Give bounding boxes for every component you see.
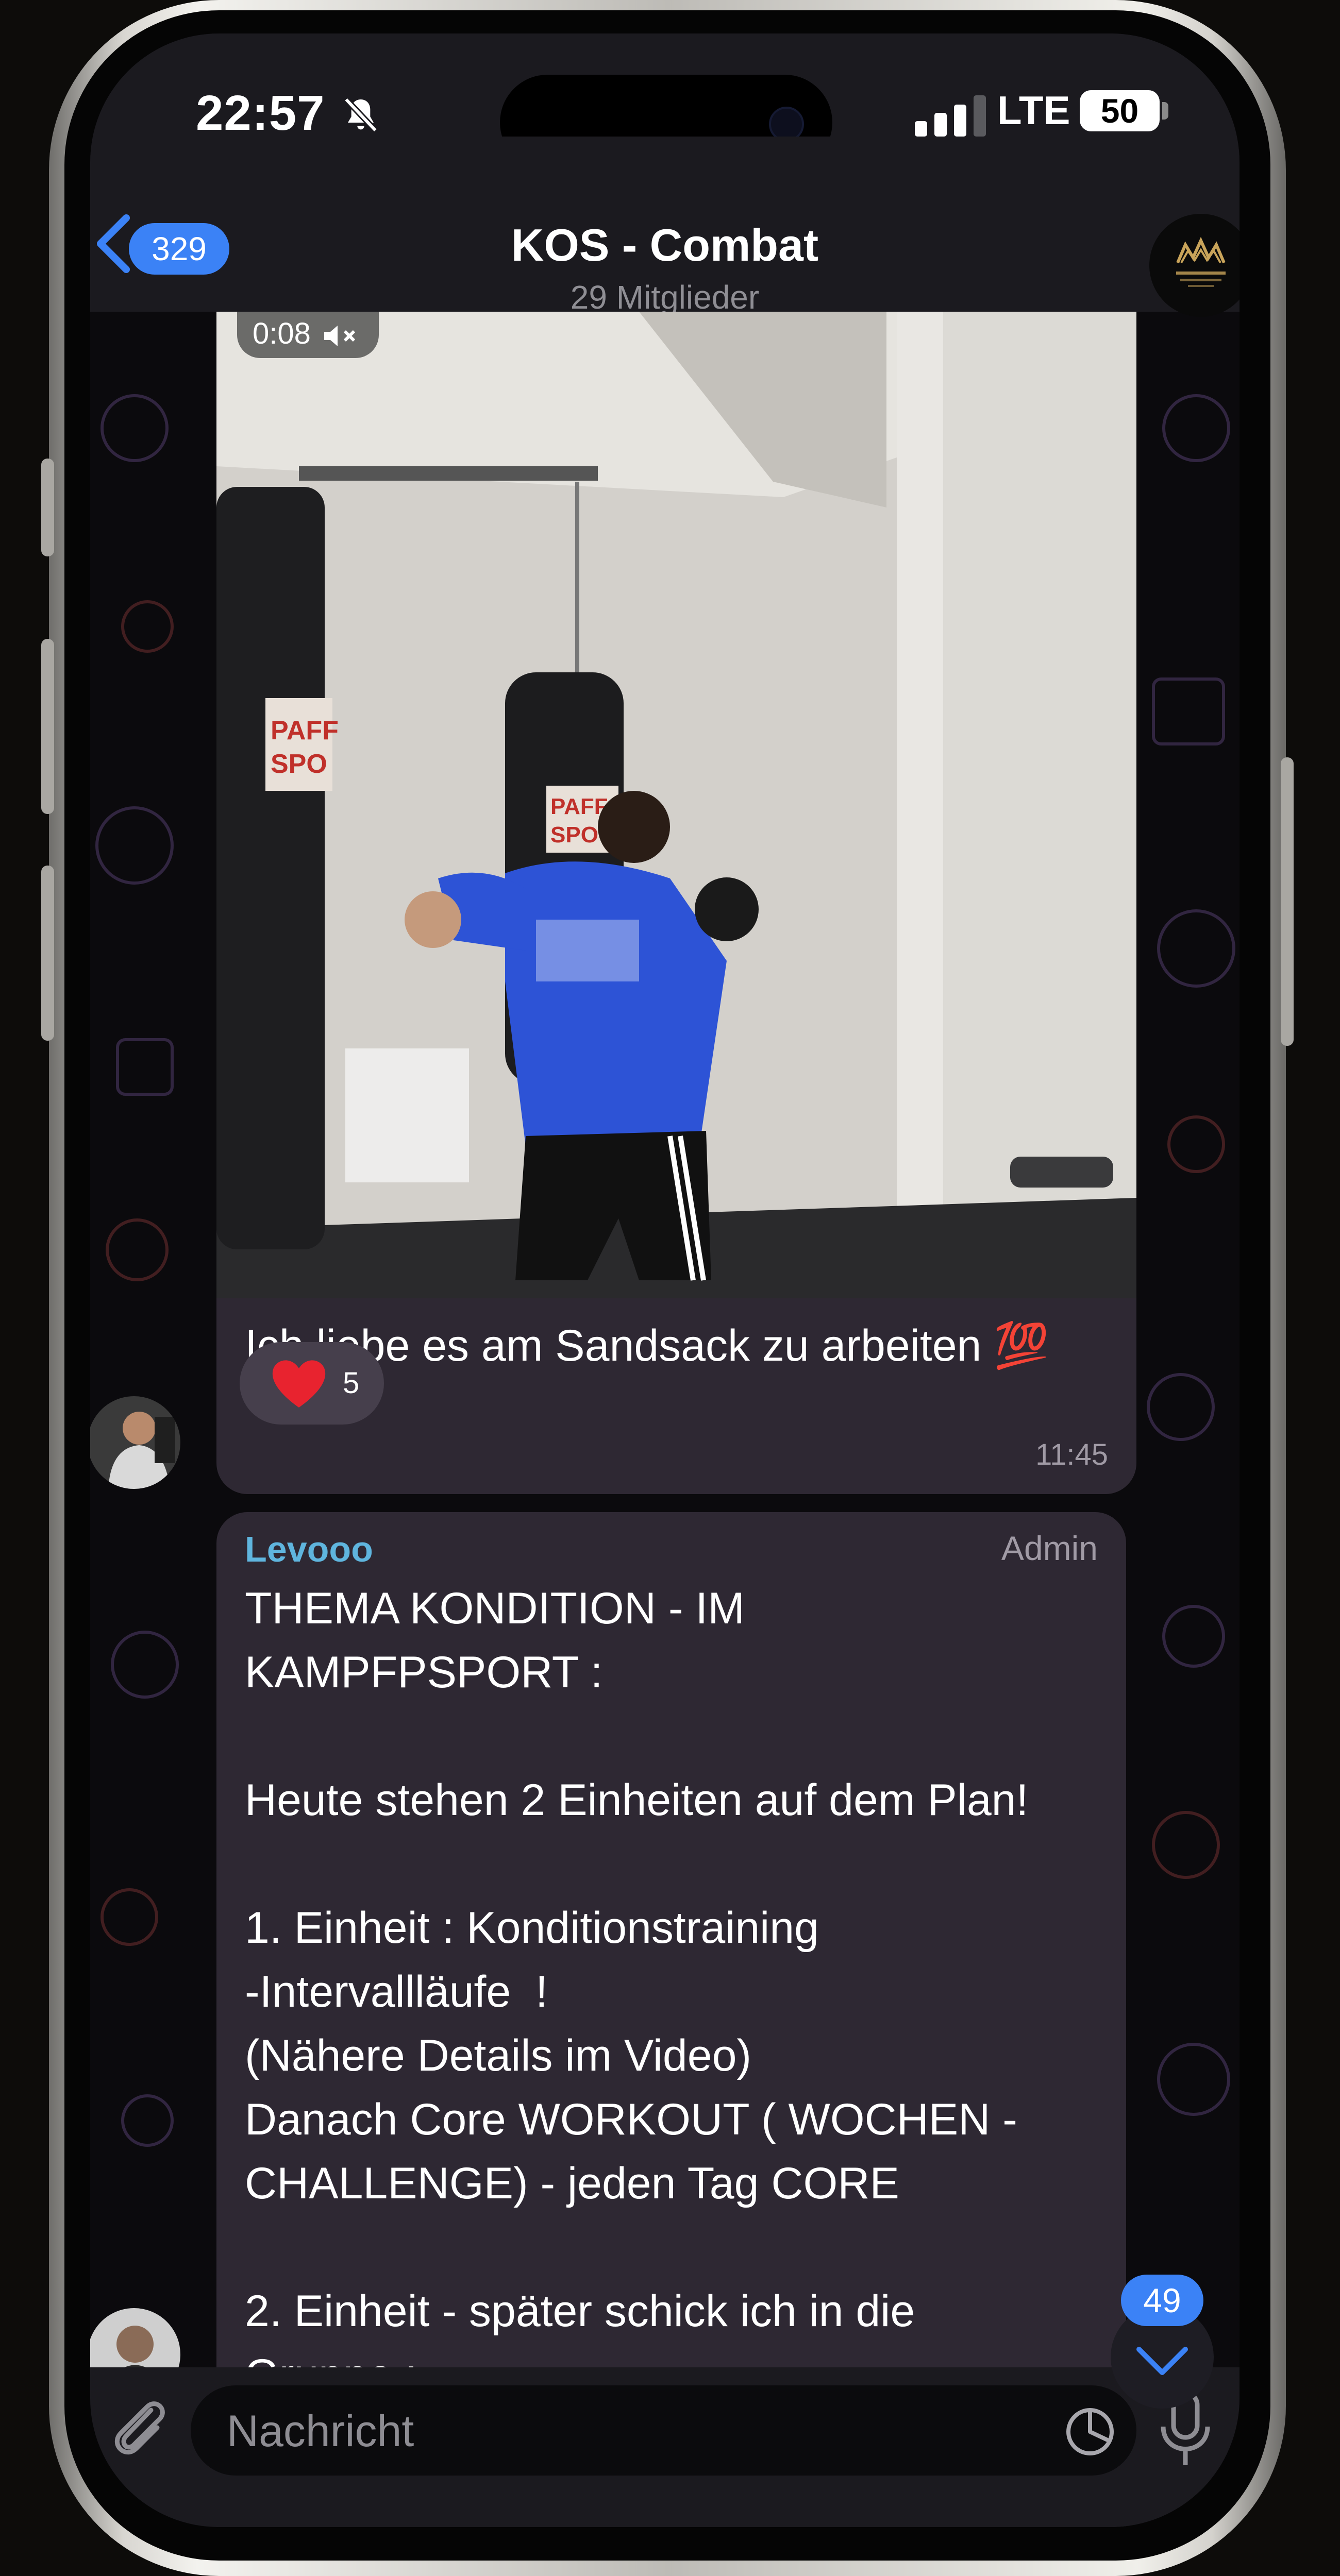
sender-avatar[interactable] [90,1396,180,1489]
bell-muted-icon [344,97,378,133]
member-count[interactable]: 29 Mitglieder [90,278,1239,316]
clock: 22:57 [196,86,325,141]
volume-up-button [41,639,54,814]
message-time: 11:45 [1035,1438,1108,1471]
sender-name[interactable]: Levooo [245,1529,373,1570]
action-button [41,459,54,556]
video-player[interactable]: PAFF SPO PAFF SPO 0:08 [216,312,1136,1298]
message-text: THEMA KONDITION - IM KAMPFPSPORT : Heute… [245,1584,1029,2400]
heart-icon [272,1360,326,1408]
video-frame-image: PAFF SPO PAFF SPO [216,312,1136,1298]
chat-title[interactable]: KOS - Combat [90,219,1239,272]
unread-count-badge[interactable]: 49 [1121,2275,1203,2326]
video-message-bubble[interactable]: PAFF SPO PAFF SPO 0:08 Ich liebe es am S… [216,312,1136,1494]
svg-text:SPO: SPO [550,822,598,848]
admin-tag: Admin [1001,1529,1098,1567]
volume-down-button [41,866,54,1041]
battery-indicator: 50 [1080,90,1160,131]
composer-bar: Nachricht [90,2367,1239,2527]
message-input-placeholder: Nachricht [227,2406,414,2456]
reaction-count: 5 [343,1366,360,1400]
speaker-muted-icon[interactable] [322,323,363,349]
svg-text:PAFF: PAFF [271,716,339,745]
network-type: LTE [997,88,1070,133]
battery-tip [1162,102,1168,120]
sticker-icon[interactable] [1064,2406,1116,2458]
svg-text:PAFF: PAFF [550,794,608,819]
chat-header: 329 KOS - Combat 29 Mitglieder [90,137,1239,317]
screen: 22:57 LTE 50 329 KOS - Combat 29 Mitglie… [90,33,1239,2527]
signal-strength-icon [915,95,986,137]
svg-text:SPO: SPO [271,749,327,779]
reaction-pill[interactable]: 5 [240,1342,384,1425]
message-input[interactable]: Nachricht [191,2385,1136,2476]
video-duration: 0:08 [253,317,311,350]
video-duration-badge: 0:08 [237,312,379,358]
power-button [1281,757,1294,1046]
status-bar: 22:57 LTE 50 [90,33,1239,170]
paperclip-icon[interactable] [106,2391,173,2463]
